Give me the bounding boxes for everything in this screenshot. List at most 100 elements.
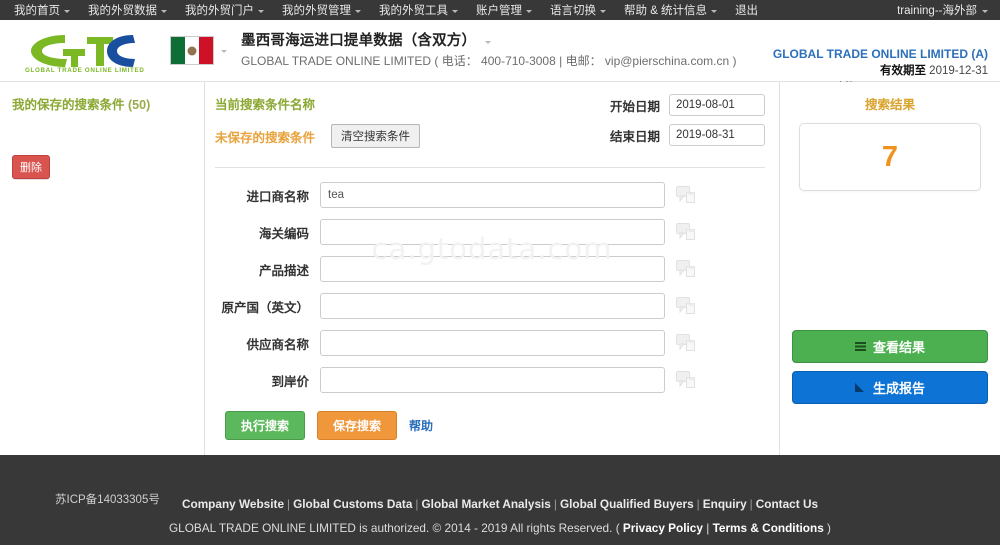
footer-copyright: GLOBAL TRADE ONLINE LIMITED is authorize… — [169, 521, 831, 535]
nav-item-8[interactable]: 退出 — [726, 2, 767, 18]
nav-item-label: 我的外贸门户 — [185, 5, 254, 17]
nav-item-label: 我的外贸管理 — [282, 5, 351, 17]
run-search-button[interactable]: 执行搜索 — [225, 411, 306, 440]
nav-item-label: 语言切换 — [550, 5, 596, 17]
chevron-down-icon — [452, 9, 458, 13]
search-fields: 进口商名称海关编码产品描述原产国（英文） 供应商名称到岸价 — [215, 182, 765, 393]
gto-logo-icon: GLOBAL TRADE ONLINE LIMITED — [25, 34, 145, 73]
saved-conditions-link[interactable]: 我的保存的搜索条件 (50) — [12, 94, 204, 113]
panel-divider — [215, 167, 765, 168]
page-footer: 苏ICP备14033305号 Company Website | Global Cu… — [0, 455, 1000, 545]
user-menu[interactable]: training--海外部 — [897, 2, 988, 18]
field-input[interactable] — [320, 293, 665, 319]
chevron-down-icon — [258, 9, 264, 13]
account-name: GLOBAL TRADE ONLINE LIMITED (A) — [772, 47, 988, 61]
results-panel: 搜索结果 7 查看结果 生成报告 — [780, 82, 1000, 455]
validity-label: 有效期至 — [879, 65, 926, 78]
chevron-down-icon — [526, 9, 532, 13]
field-label: 进口商名称 — [246, 189, 309, 204]
search-field-row: 产品描述 — [215, 256, 765, 282]
view-results-button[interactable]: 查看结果 — [792, 330, 988, 363]
search-field-row: 原产国（英文） — [215, 293, 765, 319]
copyright-text: GLOBAL TRADE ONLINE LIMITED is authorize… — [169, 521, 613, 535]
save-search-button[interactable]: 保存搜索 — [317, 411, 398, 440]
results-count-box: 7 — [799, 123, 981, 191]
account-validity: 有效期至 2019-12-31 — [773, 63, 988, 80]
end-date-input[interactable] — [669, 124, 765, 146]
date-range-group: 开始日期 结束日期 — [610, 94, 765, 154]
results-title: 搜索结果 — [864, 98, 915, 112]
delete-button[interactable]: 删除 — [12, 155, 50, 179]
brand-logo[interactable]: GLOBAL TRADE ONLINE LIMITED — [0, 29, 158, 73]
results-count: 7 — [881, 140, 899, 173]
nav-item-5[interactable]: 账户管理 — [467, 2, 541, 18]
nav-item-label: 帮助 & 统计信息 — [624, 5, 708, 17]
field-label: 原产国（英文） — [221, 300, 309, 315]
nav-item-label: 我的外贸数据 — [88, 5, 157, 17]
field-label: 产品描述 — [258, 263, 309, 278]
note-icon — [676, 297, 695, 314]
chevron-down-icon[interactable] — [485, 40, 492, 44]
nav-item-7[interactable]: 帮助 & 统计信息 — [615, 2, 726, 18]
nav-item-label: 我的首页 — [14, 5, 60, 17]
generate-report-label: 生成报告 — [872, 381, 925, 396]
view-results-label: 查看结果 — [872, 340, 925, 355]
terms-conditions-link[interactable]: Terms & Conditions — [713, 521, 824, 535]
field-input[interactable] — [320, 256, 665, 282]
chevron-down-icon — [600, 9, 606, 13]
field-label: 海关编码 — [258, 226, 309, 241]
company-contact-line: GLOBAL TRADE ONLINE LIMITED ( 电话： 400-71… — [241, 54, 737, 69]
note-icon — [676, 223, 695, 240]
chevron-down-icon — [161, 9, 167, 13]
nav-item-1[interactable]: 我的外贸数据 — [79, 2, 176, 18]
top-navigation-bar: 我的首页 我的外贸数据 我的外贸门户 我的外贸管理 我的外贸工具 账户管理 语言切换 帮助 &… — [0, 0, 1000, 20]
form-actions: 执行搜索 保存搜索 帮助 — [225, 411, 765, 440]
clear-conditions-button[interactable]: 清空搜索条件 — [331, 124, 421, 148]
field-input[interactable] — [320, 330, 665, 356]
note-icon — [676, 334, 695, 351]
chevron-down-icon — [64, 9, 70, 13]
end-date-label: 结束日期 — [609, 129, 660, 144]
footer-link-2[interactable]: Global Market Analysis — [421, 497, 550, 511]
chart-icon — [854, 383, 864, 392]
start-date-label: 开始日期 — [609, 99, 660, 114]
start-date-input[interactable] — [669, 94, 765, 116]
field-label: 供应商名称 — [246, 337, 309, 352]
footer-link-1[interactable]: Global Customs Data — [293, 497, 412, 511]
field-input[interactable] — [320, 182, 665, 208]
nav-item-6[interactable]: 语言切换 — [541, 2, 615, 18]
footer-links: Company Website | Global Customs Data | Glob… — [181, 497, 819, 511]
nav-item-4[interactable]: 我的外贸工具 — [370, 2, 467, 18]
help-link[interactable]: 帮助 — [409, 417, 433, 434]
open-paren: ( — [615, 521, 620, 535]
nav-item-0[interactable]: 我的首页 — [10, 2, 79, 18]
nav-item-3[interactable]: 我的外贸管理 — [273, 2, 370, 18]
svg-text:GLOBAL TRADE ONLINE LIMITED: GLOBAL TRADE ONLINE LIMITED — [25, 67, 145, 73]
search-field-row: 进口商名称 — [215, 182, 765, 208]
saved-conditions-sidebar: 我的保存的搜索条件 (50) 删除 — [0, 82, 205, 455]
field-input[interactable] — [320, 367, 665, 393]
list-icon — [854, 342, 866, 351]
chevron-down-icon[interactable] — [221, 50, 227, 53]
footer-link-4[interactable]: Enquiry — [703, 497, 747, 511]
footer-link-5[interactable]: Contact Us — [756, 497, 818, 511]
footer-link-3[interactable]: Global Qualified Buyers — [560, 497, 694, 511]
mexico-flag-icon — [170, 36, 214, 65]
field-input[interactable] — [320, 219, 665, 245]
saved-conditions-label: 我的保存的搜索条件 — [12, 98, 125, 112]
privacy-policy-link[interactable]: Privacy Policy — [623, 521, 703, 535]
note-icon — [676, 260, 695, 277]
search-field-row: 海关编码 — [215, 219, 765, 245]
note-icon — [676, 371, 695, 388]
note-icon — [676, 186, 695, 203]
country-selector[interactable] — [170, 36, 227, 65]
search-field-row: 到岸价 — [215, 367, 765, 393]
nav-item-label: 账户管理 — [476, 5, 522, 17]
generate-report-button[interactable]: 生成报告 — [792, 371, 988, 404]
nav-item-2[interactable]: 我的外贸门户 — [176, 2, 273, 18]
chevron-down-icon — [982, 9, 988, 13]
main-content: 我的保存的搜索条件 (50) 删除 ca.gtodata.com 当前搜索条件名… — [0, 82, 1000, 455]
search-field-row: 供应商名称 — [215, 330, 765, 356]
footer-link-0[interactable]: Company Website — [182, 497, 284, 511]
page-header: GLOBAL TRADE ONLINE LIMITED 墨西哥海运进口提单数据（… — [0, 20, 1000, 94]
